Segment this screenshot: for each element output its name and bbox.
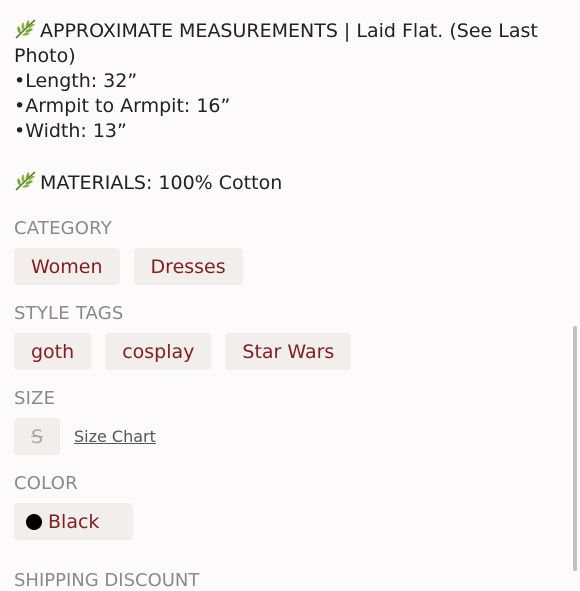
style-tags-label: STYLE TAGS xyxy=(14,303,124,324)
description-gap xyxy=(14,144,562,170)
size-chart-link[interactable]: Size Chart xyxy=(74,427,156,446)
category-chip-women[interactable]: Women xyxy=(14,248,120,285)
style-tag-chips: goth cosplay Star Wars xyxy=(14,333,562,370)
page-scrollbar[interactable] xyxy=(573,326,577,571)
category-chips: Women Dresses xyxy=(14,248,562,285)
shipping-discount-label: SHIPPING DISCOUNT xyxy=(14,570,200,591)
listing-details: APPROXIMATE MEASUREMENTS | Laid Flat. (S… xyxy=(14,18,562,540)
measurements-heading: APPROXIMATE MEASUREMENTS | Laid Flat. (S… xyxy=(14,20,538,67)
herb-leaf-icon xyxy=(14,170,38,192)
category-chip-dresses[interactable]: Dresses xyxy=(133,248,243,285)
materials-text: MATERIALS: 100% Cotton xyxy=(40,172,283,194)
color-chip[interactable]: Black xyxy=(14,503,134,540)
herb-leaf-icon xyxy=(14,18,38,40)
measurements-heading-line: APPROXIMATE MEASUREMENTS | Laid Flat. (S… xyxy=(14,18,562,69)
category-label: CATEGORY xyxy=(14,218,112,239)
size-label: SIZE xyxy=(14,388,56,409)
size-row: S Size Chart xyxy=(14,418,562,455)
style-tag-cosplay[interactable]: cosplay xyxy=(105,333,212,370)
length-line: •Length: 32” xyxy=(14,70,138,92)
materials-line: MATERIALS: 100% Cotton xyxy=(14,170,562,196)
style-tag-star-wars[interactable]: Star Wars xyxy=(225,333,352,370)
armpit-line: •Armpit to Armpit: 16” xyxy=(14,95,231,117)
color-label: COLOR xyxy=(14,473,78,494)
size-chip[interactable]: S xyxy=(14,418,60,455)
width-line: •Width: 13” xyxy=(14,120,127,142)
color-value: Black xyxy=(48,510,100,533)
style-tag-goth[interactable]: goth xyxy=(14,333,92,370)
color-row: Black xyxy=(14,503,562,540)
color-swatch-icon xyxy=(26,513,42,530)
